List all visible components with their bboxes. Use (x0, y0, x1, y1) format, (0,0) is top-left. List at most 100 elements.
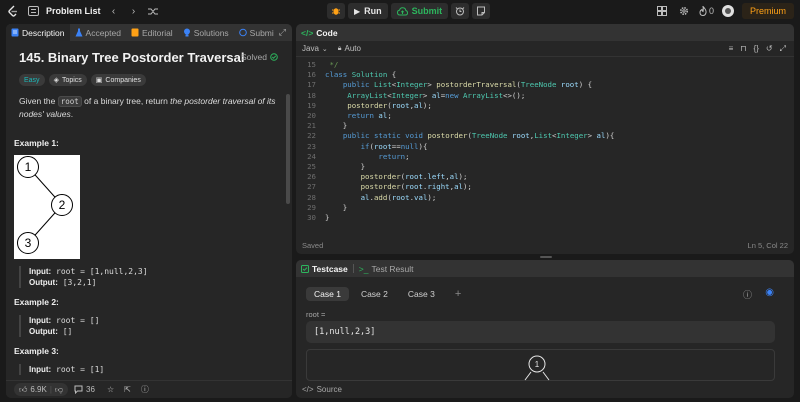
language-select[interactable]: Java ⌄ (302, 44, 328, 53)
layout-grid-icon[interactable] (655, 4, 669, 18)
code-line[interactable]: postorder(root.left,al); (325, 172, 468, 182)
tab-description[interactable]: Description (6, 24, 70, 41)
tab-testcase[interactable]: Testcase (296, 260, 353, 277)
leetcode-logo-icon[interactable] (6, 4, 20, 18)
source-toggle[interactable]: </> Source (302, 385, 342, 394)
comments-button[interactable]: 36 (74, 385, 95, 394)
line-number: 19 (307, 100, 316, 110)
preview-node-label: 1 (535, 360, 540, 369)
tab-accepted[interactable]: Accepted (70, 24, 126, 41)
lightbulb-icon (183, 28, 190, 37)
example-2-heading: Example 2: (14, 297, 59, 307)
tab-editorial[interactable]: Editorial (126, 24, 178, 41)
line-number: 27 (307, 182, 316, 192)
premium-button[interactable]: Premium (741, 3, 794, 19)
code-line[interactable]: } (325, 213, 329, 223)
debug-button[interactable] (327, 3, 345, 19)
case-tab-3[interactable]: Case 3 (400, 287, 443, 301)
bookmark-icon[interactable]: ⊓ (740, 44, 746, 54)
checkbox-icon (301, 264, 309, 273)
testcase-header: Testcase >_ Test Result (296, 260, 794, 277)
code-line[interactable]: postorder(root.right,al); (325, 182, 472, 192)
auto-mode-toggle[interactable]: 🔒︎ Auto (338, 44, 361, 53)
code-line[interactable]: al.add(root.val); (325, 193, 437, 203)
description-scrollbar[interactable] (286, 94, 290, 204)
tab-code[interactable]: </> Code (296, 24, 343, 41)
star-icon[interactable]: ☆ (107, 385, 114, 394)
line-number: 25 (307, 162, 316, 171)
testcase-input[interactable]: [1,null,2,3] (306, 321, 775, 343)
document-icon (11, 28, 19, 37)
code-line[interactable]: } (325, 203, 347, 213)
streak-counter[interactable]: 0 (699, 6, 714, 16)
case-tab-2[interactable]: Case 2 (353, 287, 396, 301)
notes-button[interactable] (472, 3, 491, 19)
line-number: 29 (307, 202, 316, 212)
thumbs-down-icon[interactable]: 👎︎ (55, 385, 63, 395)
help-icon[interactable]: ⓘ (141, 384, 149, 395)
example-2-io: Input: root = [] Output: [] (19, 315, 99, 337)
help-circle-icon[interactable]: ⓘ (743, 288, 752, 301)
lock-icon: 🔒︎ (337, 44, 342, 52)
tab-solutions[interactable]: Solutions (178, 24, 234, 41)
avatar[interactable] (721, 5, 734, 17)
line-number: 24 (307, 151, 316, 161)
code-line[interactable]: } (325, 121, 347, 131)
format-icon[interactable]: ≡ (729, 44, 734, 54)
panel-resize-handle[interactable] (540, 256, 552, 258)
submit-button[interactable]: Submit (390, 3, 449, 19)
tag-icon: ◈ (53, 77, 59, 84)
code-line[interactable]: ArrayList<Integer> al=new ArrayList<>(); (325, 91, 525, 101)
tab-test-result[interactable]: >_ Test Result (354, 260, 419, 277)
tab-submissions[interactable]: Submi (234, 24, 279, 41)
line-number: 28 (307, 192, 316, 202)
case-tab-1[interactable]: Case 1 (306, 287, 349, 301)
share-icon[interactable]: ⇱ (124, 385, 131, 394)
add-case-icon[interactable]: + (447, 287, 469, 301)
reset-icon[interactable]: ↺ (766, 44, 773, 54)
description-panel: Description Accepted Editorial Solutions… (6, 24, 292, 398)
fullscreen-icon[interactable]: ⤢ (780, 44, 786, 54)
cloud-upload-icon (396, 6, 408, 15)
problem-list-link[interactable]: Problem List (46, 6, 101, 16)
book-icon (131, 28, 139, 37)
code-line[interactable]: public static void postorder(TreeNode ro… (325, 131, 615, 141)
braces-icon[interactable]: {} (754, 44, 759, 54)
like-button[interactable]: 👍︎ 6.9K | 👎︎ (14, 383, 69, 396)
companies-tag[interactable]: ▣ Companies (90, 74, 146, 86)
alarm-button[interactable] (451, 3, 470, 19)
code-line[interactable]: } (325, 162, 365, 172)
example-1-io: Input: root = [1,null,2,3] Output: [3,2,… (19, 266, 148, 288)
problem-statement: Given the root of a binary tree, return … (19, 96, 276, 119)
code-line[interactable]: postorder(root,al); (325, 101, 432, 111)
tree-node-label: 1 (25, 160, 32, 174)
check-circle-icon (270, 53, 278, 61)
line-number: 21 (307, 121, 316, 131)
code-line[interactable]: */ (325, 60, 338, 70)
run-button[interactable]: ▶ Run (348, 3, 388, 19)
code-brackets-icon: </> (302, 385, 314, 394)
shuffle-icon[interactable] (147, 4, 161, 18)
comment-icon (74, 385, 83, 394)
topics-tag[interactable]: ◈ Topics (48, 74, 87, 86)
eye-icon[interactable]: ◉ (765, 287, 774, 298)
line-number: 26 (307, 172, 316, 182)
list-icon[interactable] (26, 4, 40, 18)
difficulty-badge: Easy (19, 74, 45, 86)
code-line[interactable]: class Solution { (325, 70, 396, 80)
case-tabs: Case 1 Case 2 Case 3 + (306, 287, 469, 301)
code-footer: Saved Ln 5, Col 22 (302, 241, 788, 250)
code-line[interactable]: public List<Integer> postorderTraversal(… (325, 80, 592, 90)
line-number: 23 (307, 141, 316, 151)
chevron-right-icon[interactable]: › (127, 4, 141, 18)
expand-icon[interactable]: ⤢ (279, 27, 286, 38)
code-line[interactable]: if(root==null){ (325, 142, 428, 152)
settings-gear-icon[interactable] (677, 4, 691, 18)
chevron-left-icon[interactable]: ‹ (107, 4, 121, 18)
code-brackets-icon: </> (301, 27, 314, 38)
play-icon: ▶ (354, 6, 361, 16)
example-1-heading: Example 1: (14, 138, 59, 148)
code-line[interactable]: return al; (325, 111, 392, 121)
code-line[interactable]: return; (325, 152, 409, 162)
problem-title: 145. Binary Tree Postorder Traversal (19, 50, 245, 65)
